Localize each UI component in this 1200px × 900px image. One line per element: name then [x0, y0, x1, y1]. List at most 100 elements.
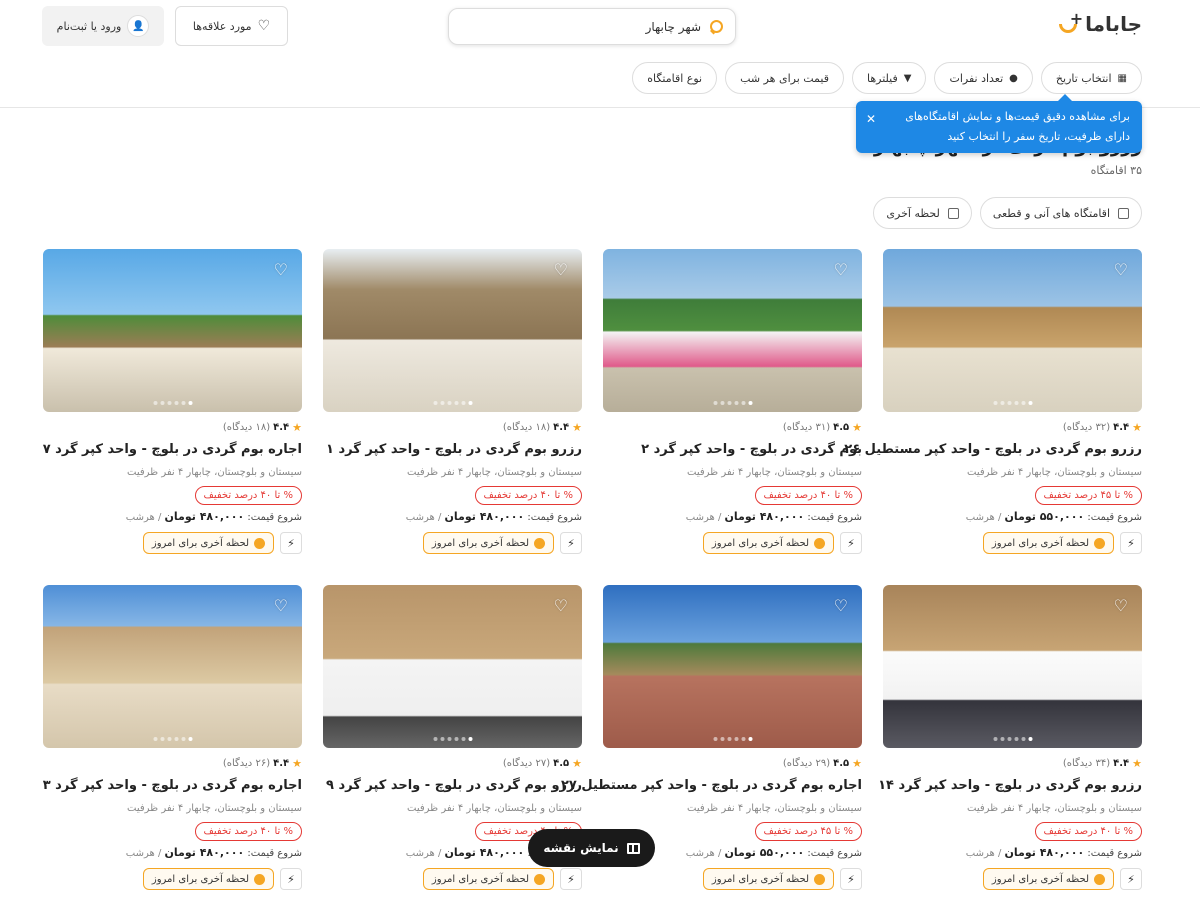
logo[interactable]: جاباما + — [1057, 9, 1142, 36]
carousel-dot[interactable] — [741, 737, 745, 741]
carousel-dot[interactable] — [454, 737, 458, 741]
heart-icon[interactable]: ♡ — [830, 261, 848, 279]
carousel-dot[interactable] — [734, 401, 738, 405]
filter-guests-chip[interactable]: ● تعداد نفرات — [934, 62, 1033, 94]
carousel-dot[interactable] — [1014, 401, 1018, 405]
heart-icon[interactable]: ♡ — [550, 261, 568, 279]
carousel-dot[interactable] — [741, 401, 745, 405]
carousel-dot[interactable] — [440, 737, 444, 741]
carousel-dot[interactable] — [727, 401, 731, 405]
carousel-dot[interactable] — [720, 737, 724, 741]
carousel-dot[interactable] — [167, 401, 171, 405]
carousel-dot[interactable] — [734, 737, 738, 741]
carousel-dot[interactable] — [174, 401, 178, 405]
carousel-dot[interactable] — [188, 401, 192, 405]
carousel-dot[interactable] — [454, 401, 458, 405]
carousel-dot[interactable] — [1000, 401, 1004, 405]
login-button[interactable]: 👤 ورود یا ثبت‌نام — [42, 6, 164, 46]
carousel-dot[interactable] — [447, 401, 451, 405]
carousel-dot[interactable] — [1000, 737, 1004, 741]
heart-icon[interactable]: ♡ — [270, 261, 288, 279]
carousel-dot[interactable] — [181, 737, 185, 741]
listing-card[interactable]: ♡ ★ ۴.۴ (۳۲ دیدگاه) رزرو بوم گردی در بلو… — [844, 249, 1142, 554]
listing-photo[interactable]: ♡ — [883, 249, 1142, 412]
listing-photo[interactable]: ♡ — [43, 585, 302, 748]
carousel-dot[interactable] — [153, 737, 157, 741]
heart-icon[interactable]: ♡ — [1110, 261, 1128, 279]
listing-title[interactable]: رزرو بوم گردی در بلوچ - واحد کپر گرد ۱ — [323, 442, 582, 460]
carousel-dot[interactable] — [1021, 401, 1025, 405]
carousel-dot[interactable] — [713, 401, 717, 405]
carousel-dot[interactable] — [993, 401, 997, 405]
carousel-dot[interactable] — [160, 737, 164, 741]
listing-title[interactable]: بوم گردی در بلوچ - واحد کپر گرد ۲ — [603, 442, 862, 460]
carousel-dot[interactable] — [433, 737, 437, 741]
close-icon[interactable]: ✕ — [866, 109, 876, 129]
listing-title[interactable]: اجاره بوم گردی در بلوچ - واحد کپر مستطیل… — [561, 778, 862, 796]
last-minute-toggle[interactable]: لحظه آخری — [873, 197, 972, 229]
filter-price-chip[interactable]: قیمت برای هر شب — [725, 62, 844, 94]
heart-icon[interactable]: ♡ — [550, 597, 568, 615]
filter-type-chip[interactable]: نوع اقامتگاه — [632, 62, 718, 94]
carousel-dot[interactable] — [153, 401, 157, 405]
carousel-dot[interactable] — [748, 401, 752, 405]
last-minute-checkbox[interactable] — [947, 207, 959, 219]
listing-photo[interactable]: ♡ — [323, 249, 582, 412]
carousel-dot[interactable] — [720, 401, 724, 405]
listing-card[interactable]: ♡ ★ ۴.۵ (۳۱ دیدگاه) بوم گردی در بلوچ - و… — [603, 249, 862, 554]
price-value: ۴۸۰,۰۰۰ تومان — [164, 846, 245, 859]
carousel-dot[interactable] — [748, 737, 752, 741]
listing-card[interactable]: ♡ ★ ۴.۴ (۱۸ دیدگاه) اجاره بوم گردی در بل… — [43, 249, 302, 554]
carousel-dot[interactable] — [167, 737, 171, 741]
carousel-dot[interactable] — [468, 737, 472, 741]
carousel-dot[interactable] — [188, 737, 192, 741]
listing-title[interactable]: اجاره بوم گردی در بلوچ - واحد کپر گرد ۷ — [43, 442, 302, 460]
carousel-dot[interactable] — [1014, 737, 1018, 741]
carousel-dot[interactable] — [1028, 401, 1032, 405]
listing-photo[interactable]: ♡ — [43, 249, 302, 412]
search-input[interactable] — [461, 19, 701, 34]
listing-photo[interactable]: ♡ — [603, 585, 862, 748]
carousel-dot[interactable] — [447, 737, 451, 741]
carousel-dot[interactable] — [174, 737, 178, 741]
carousel-dot[interactable] — [433, 401, 437, 405]
carousel-dot[interactable] — [1021, 737, 1025, 741]
carousel-dot[interactable] — [993, 737, 997, 741]
listing-location: سیستان و بلوچستان، چابهار ۴ نفر ظرفیت — [127, 803, 302, 814]
carousel-dot[interactable] — [1007, 737, 1011, 741]
last-minute-badge: لحظه آخری برای امروز — [702, 868, 834, 890]
carousel-dot[interactable] — [727, 737, 731, 741]
photo-carousel-dots — [713, 401, 752, 405]
carousel-dot[interactable] — [461, 737, 465, 741]
show-map-button[interactable]: نمایش نقشه — [528, 829, 655, 867]
carousel-dot[interactable] — [461, 401, 465, 405]
carousel-dot[interactable] — [468, 401, 472, 405]
instant-booking-toggle[interactable]: اقامتگاه های آنی و قطعی — [979, 197, 1142, 229]
heart-icon[interactable]: ♡ — [830, 597, 848, 615]
carousel-dot[interactable] — [440, 401, 444, 405]
carousel-dot[interactable] — [181, 401, 185, 405]
listing-photo[interactable]: ♡ — [603, 249, 862, 412]
listing-title[interactable]: رزرو بوم گردی در بلوچ - واحد کپر گرد ۹ — [323, 778, 582, 796]
instant-booking-checkbox[interactable] — [1118, 207, 1129, 219]
listing-title[interactable]: اجاره بوم گردی در بلوچ - واحد کپر گرد ۳ — [43, 778, 302, 796]
listing-card[interactable]: ♡ ★ ۴.۴ (۲۶ دیدگاه) اجاره بوم گردی در بل… — [43, 585, 302, 890]
carousel-dot[interactable] — [713, 737, 717, 741]
heart-icon[interactable]: ♡ — [270, 597, 288, 615]
carousel-dot[interactable] — [1007, 401, 1011, 405]
listing-photo[interactable]: ♡ — [883, 585, 1142, 748]
price-value: ۵۵۰,۰۰۰ تومان — [724, 846, 805, 859]
search-box[interactable] — [448, 8, 736, 45]
favorites-button[interactable]: ♡ مورد علاقه‌ها — [175, 6, 288, 46]
carousel-dot[interactable] — [1028, 737, 1032, 741]
listing-photo[interactable]: ♡ — [323, 585, 582, 748]
heart-icon[interactable]: ♡ — [1110, 597, 1128, 615]
filter-filters-chip[interactable]: ▼ فیلترها — [852, 62, 927, 94]
listing-card[interactable]: ♡ ★ ۴.۴ (۳۴ دیدگاه) رزرو بوم گردی در بلو… — [878, 585, 1142, 890]
carousel-dot[interactable] — [160, 401, 164, 405]
listing-title[interactable]: رزرو بوم گردی در بلوچ - واحد کپر گرد ۱۴ — [878, 778, 1142, 796]
filter-date-chip[interactable]: ▦ انتخاب تاریخ — [1040, 62, 1142, 94]
listing-title[interactable]: رزرو بوم گردی در بلوچ - واحد کپر مستطیل … — [844, 442, 1142, 460]
last-minute-badge: لحظه آخری برای امروز — [982, 868, 1114, 890]
listing-card[interactable]: ♡ ★ ۴.۴ (۱۸ دیدگاه) رزرو بوم گردی در بلو… — [323, 249, 582, 554]
